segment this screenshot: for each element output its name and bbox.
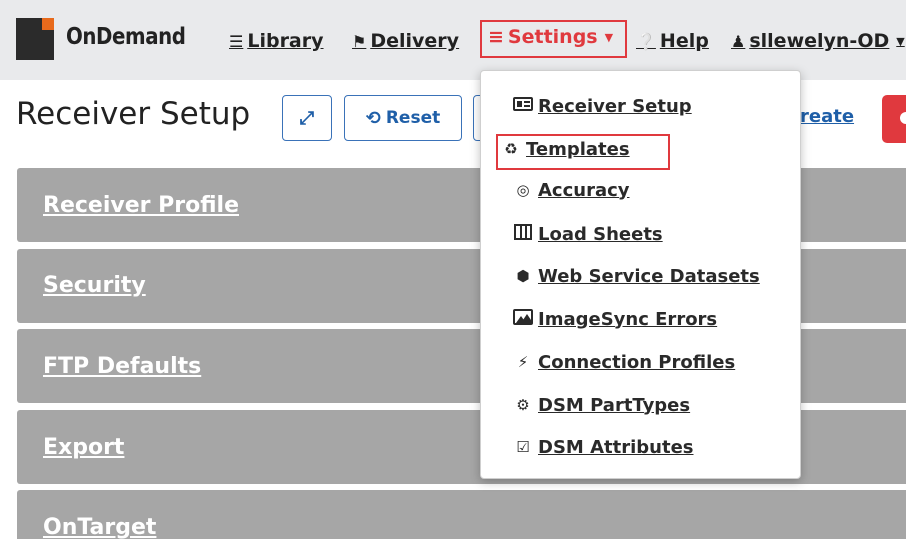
reset-button[interactable]: ⟲ Reset bbox=[344, 95, 462, 141]
menu-item-load-sheets-label: Load Sheets bbox=[538, 223, 663, 245]
nav-delivery-label: Delivery bbox=[370, 30, 460, 52]
expand-icon: ⤢ bbox=[299, 107, 315, 129]
red-action-button[interactable] bbox=[882, 95, 906, 143]
menu-item-connection-profiles-label: Connection Profiles bbox=[538, 351, 736, 373]
nav-settings-label: Settings bbox=[507, 26, 598, 48]
panel-ontarget-label[interactable]: OnTarget bbox=[43, 515, 156, 539]
nav-library-label: Library bbox=[247, 30, 324, 52]
page-title: Receiver Setup bbox=[16, 96, 251, 132]
menu-item-connection-profiles[interactable]: ⚡ Connection Profiles bbox=[513, 347, 735, 377]
bullseye-icon: ◎ bbox=[516, 181, 530, 199]
sitemap-icon: ♻ bbox=[504, 140, 518, 158]
question-circle-icon: ❔ bbox=[636, 31, 656, 51]
menu-item-dsm-attributes-label: DSM Attributes bbox=[538, 436, 694, 458]
brand-name[interactable]: OnDemand bbox=[66, 24, 186, 50]
check-square-icon: ☑ bbox=[516, 438, 530, 456]
plug-icon: ⚡ bbox=[517, 353, 529, 371]
user-icon: ♟ bbox=[731, 31, 746, 51]
ondemand-logo-icon[interactable] bbox=[16, 18, 54, 60]
cog-icon: ⚙ bbox=[516, 396, 530, 414]
nav-help-label: Help bbox=[659, 30, 709, 52]
caret-down-icon: ▼ bbox=[604, 30, 614, 44]
menu-item-imagesync-errors[interactable]: ImageSync Errors bbox=[513, 304, 717, 334]
panel-ontarget[interactable]: OnTarget bbox=[17, 490, 906, 539]
nav-settings-dropdown-toggle[interactable]: ≡ Settings ▼ bbox=[480, 20, 627, 58]
menu-item-load-sheets[interactable]: Load Sheets bbox=[513, 219, 663, 249]
nav-library-link[interactable]: ☰ Library bbox=[229, 26, 324, 56]
flag-checkered-icon: ⚑ bbox=[352, 31, 367, 51]
menu-item-dsm-parttypes-label: DSM PartTypes bbox=[538, 394, 691, 416]
sliders-icon: ≡ bbox=[488, 26, 504, 48]
id-card-icon bbox=[513, 97, 533, 115]
record-icon bbox=[900, 112, 906, 124]
menu-item-accuracy-label: Accuracy bbox=[538, 179, 630, 201]
top-navbar: OnDemand ☰ Library ⚑ Delivery ≡ Settings… bbox=[0, 0, 906, 80]
menu-item-dsm-parttypes[interactable]: ⚙ DSM PartTypes bbox=[513, 390, 690, 420]
nav-delivery-link[interactable]: ⚑ Delivery bbox=[352, 26, 459, 56]
panel-receiver-profile-label[interactable]: Receiver Profile bbox=[43, 193, 239, 218]
nav-user-label: sllewelyn-OD bbox=[749, 30, 890, 52]
create-link[interactable]: reate bbox=[800, 106, 854, 127]
panel-export-label[interactable]: Export bbox=[43, 435, 124, 460]
cube-icon: ⬢ bbox=[516, 267, 530, 285]
settings-dropdown-menu: Receiver Setup ♻ Templates ◎ Accuracy Lo… bbox=[480, 70, 801, 479]
menu-item-receiver-setup-label: Receiver Setup bbox=[538, 95, 692, 117]
undo-icon: ⟲ bbox=[365, 107, 381, 129]
logo-accent bbox=[42, 18, 54, 30]
image-icon bbox=[513, 309, 533, 329]
menu-item-dsm-attributes[interactable]: ☑ DSM Attributes bbox=[513, 432, 694, 462]
menu-item-receiver-setup[interactable]: Receiver Setup bbox=[513, 91, 692, 121]
menu-item-templates-label: Templates bbox=[526, 138, 630, 160]
nav-help-link[interactable]: ❔ Help bbox=[636, 26, 709, 56]
reset-button-label: Reset bbox=[385, 108, 441, 128]
menu-item-web-service-datasets[interactable]: ⬢ Web Service Datasets bbox=[513, 261, 760, 291]
menu-item-accuracy[interactable]: ◎ Accuracy bbox=[513, 175, 630, 205]
menu-item-imagesync-errors-label: ImageSync Errors bbox=[538, 308, 718, 330]
menu-item-templates[interactable]: ♻ Templates bbox=[501, 134, 630, 164]
columns-icon bbox=[513, 224, 533, 244]
panel-security-label[interactable]: Security bbox=[43, 273, 146, 298]
caret-down-icon: ▼ bbox=[896, 34, 905, 48]
expand-button[interactable]: ⤢ bbox=[282, 95, 332, 141]
server-stack-icon: ☰ bbox=[229, 31, 244, 51]
nav-user-dropdown[interactable]: ♟ sllewelyn-OD ▼ bbox=[731, 26, 905, 56]
panel-ftp-defaults-label[interactable]: FTP Defaults bbox=[43, 354, 201, 379]
menu-item-web-service-datasets-label: Web Service Datasets bbox=[538, 265, 760, 287]
